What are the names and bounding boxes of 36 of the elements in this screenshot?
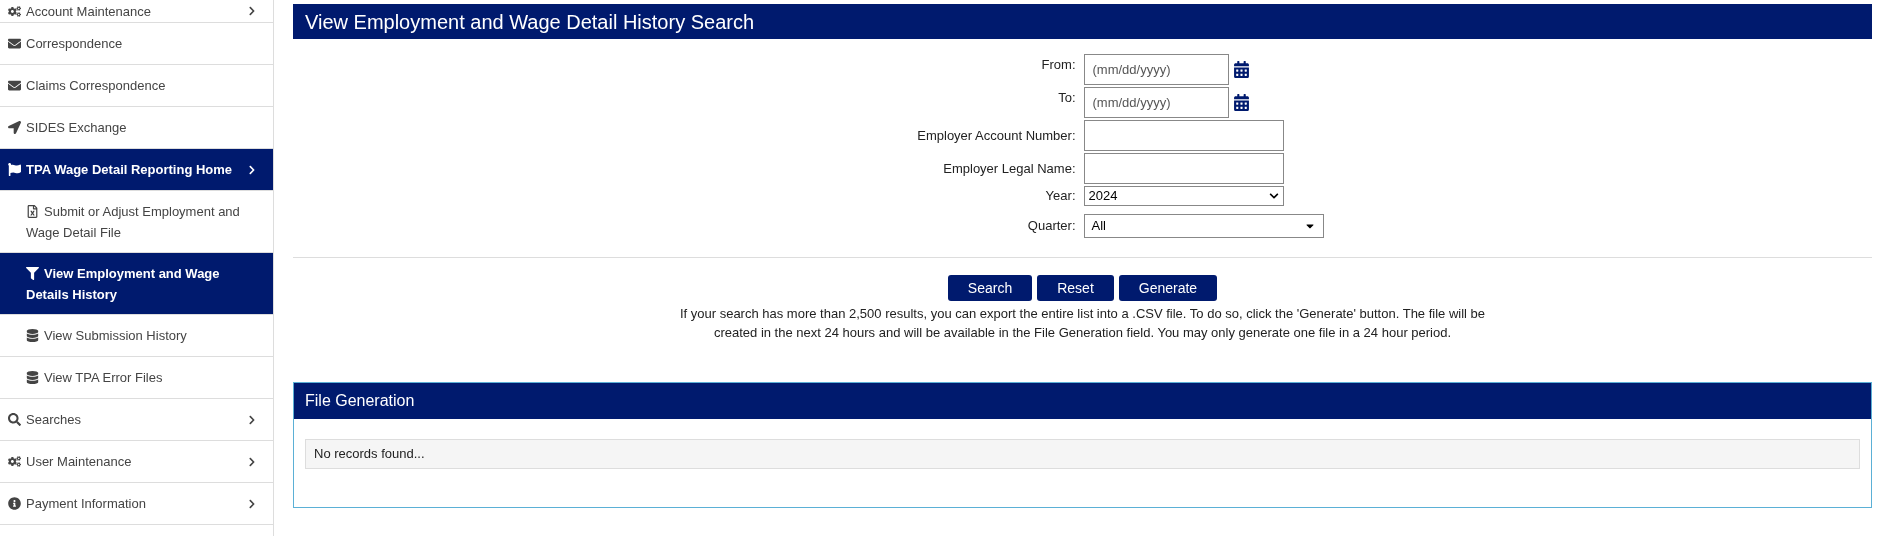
calendar-icon[interactable] <box>1232 94 1250 111</box>
envelope-icon <box>8 79 21 92</box>
gears-icon <box>8 455 21 468</box>
arrow-icon <box>8 121 21 134</box>
field-label: To: <box>1057 89 1077 107</box>
field-label: Quarter: <box>1026 217 1077 236</box>
action-button[interactable]: Search <box>947 275 1033 301</box>
envelope-icon <box>8 37 21 50</box>
empty-message: No records found... <box>305 439 1860 469</box>
action-button[interactable]: Reset <box>1037 275 1114 301</box>
field-label: Employer Legal Name: <box>942 159 1077 178</box>
action-button[interactable]: Generate <box>1118 275 1218 301</box>
panel-header: View Employment and Wage Detail History Search <box>293 4 1872 39</box>
export-note: If your search has more than 2,500 results, you can export the entire list into a .CSV file. To do so, click the 'Generate' button. The file will be created in the next 24 hours and will be available in the File Generation field. You may only generate one file in a 24 hour period. <box>678 305 1487 342</box>
year-select[interactable]: 2024 <box>1083 186 1284 206</box>
field-label: Employer Account Number: <box>916 126 1077 145</box>
text-field[interactable] <box>1083 153 1284 184</box>
flag-icon <box>8 163 21 176</box>
gears-icon <box>8 4 21 18</box>
database-icon <box>26 329 39 342</box>
filter-icon <box>26 266 39 280</box>
sidebar-item[interactable]: View Employment and Wage Details History <box>0 253 273 315</box>
quarter-select[interactable]: All <box>1083 214 1324 238</box>
text-field[interactable] <box>1083 120 1284 151</box>
sidebar-item[interactable]: TPA Wage Detail Reporting Home <box>0 149 273 191</box>
chevron-icon <box>1268 191 1279 201</box>
file-icon <box>26 204 39 218</box>
database-icon <box>26 371 39 384</box>
calendar-icon[interactable] <box>1232 61 1250 78</box>
panel-header: File Generation <box>294 383 1871 419</box>
field-label: Year: <box>1044 187 1077 206</box>
field-label: From: <box>1040 56 1077 74</box>
date-field[interactable]: (mm/dd/yyyy) <box>1083 87 1229 118</box>
info-icon <box>8 497 21 510</box>
date-field[interactable]: (mm/dd/yyyy) <box>1083 54 1229 85</box>
search-icon <box>8 413 21 426</box>
